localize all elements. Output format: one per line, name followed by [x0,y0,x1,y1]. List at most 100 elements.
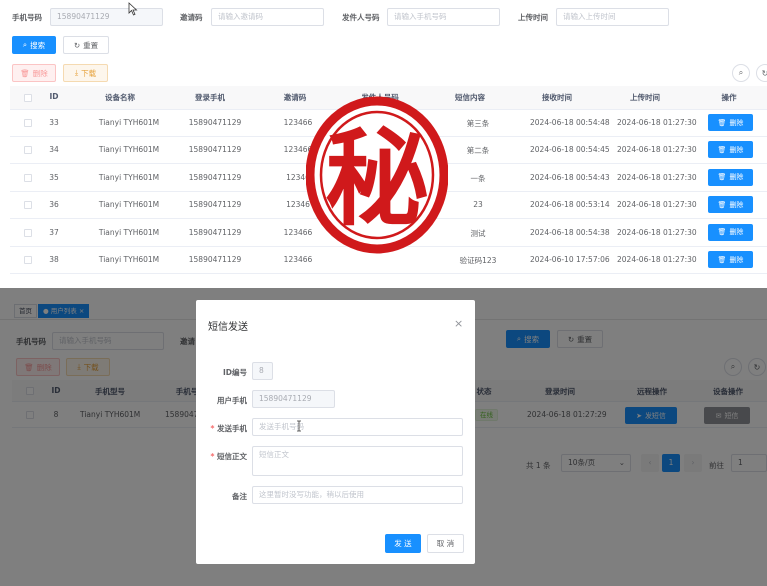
row-id: 36 [49,200,59,210]
row-content: 一条 [470,173,486,183]
row-phone: 15890471129 [188,227,242,237]
upload-time-label: 上传时间 [518,13,548,22]
row-delete-button[interactable]: 🗑 删除 [708,196,753,214]
search-button[interactable]: ⌕ 搜索 [12,36,56,54]
col-receive-time: 接收时间 [542,93,572,102]
cancel-button[interactable]: 取 消 [427,534,464,553]
trash-icon: 🗑 [20,68,30,78]
row-upload-time: 2024-06-18 01:27:30 [617,118,697,127]
refresh-table-button[interactable]: ↻ [756,64,767,82]
sms-send-screen: 首页 ● 用户列表 × 手机号码 请输入手机号码 邀请 ⌕搜索 ↻重置 🗑删除 … [0,288,767,586]
row-phone: 15890471129 [188,118,242,127]
row-upload-time: 2024-06-18 01:27:30 [617,200,697,210]
trash-icon: 🗑 [717,173,727,182]
body-label: * 短信正文 [210,452,247,461]
row-phone: 15890471129 [188,145,242,155]
row-phone: 15890471129 [188,255,242,264]
svg-text:秘: 秘 [325,118,429,240]
row-content: 23 [473,200,483,210]
col-upload-time: 上传时间 [630,93,660,102]
row-device: Tianyi TYH601M [98,172,160,182]
row-content: 测试 [470,228,486,238]
trash-icon: 🗑 [717,118,727,127]
row-content: 第二条 [466,146,490,156]
body-textarea[interactable]: 短信正文 [252,446,463,476]
send-phone-input[interactable]: 发送手机号码 [252,418,463,436]
col-operation: 操作 [721,93,737,102]
download-icon: ⤓ [74,68,79,77]
row-checkbox[interactable] [24,201,32,210]
col-content: 短信内容 [455,93,485,102]
note-input[interactable]: 这里暂时没写功能，稍以后使用 [252,486,463,504]
send-phone-label: * 发送手机 [210,424,247,433]
trash-icon: 🗑 [717,200,727,209]
row-checkbox[interactable] [24,146,32,155]
id-input[interactable]: 8 [252,362,273,380]
close-icon[interactable]: × [454,317,463,330]
dialog-title: 短信发送 [208,322,248,333]
refresh-icon: ↻ [761,68,767,78]
sender-input[interactable]: 请输入手机号码 [387,8,500,26]
row-checkbox[interactable] [24,228,32,237]
trash-icon: 🗑 [717,228,727,237]
user-phone-label: 用户手机 [217,396,247,405]
row-receive-time: 2024-06-18 00:54:48 [530,118,610,127]
row-phone: 15890471129 [188,200,242,210]
row-checkbox[interactable] [24,173,32,182]
row-phone: 15890471129 [188,172,242,182]
select-all-checkbox[interactable] [24,94,32,102]
upload-time-input[interactable]: 请输入上传时间 [556,8,669,26]
row-upload-time: 2024-06-18 01:27:30 [617,227,697,237]
row-upload-time: 2024-06-18 01:27:30 [617,255,697,264]
row-receive-time: 2024-06-10 17:57:06 [530,255,610,264]
row-receive-time: 2024-06-18 00:54:38 [530,227,610,237]
row-delete-button[interactable]: 🗑 删除 [708,251,753,268]
sender-label: 发件人号码 [342,13,380,22]
row-delete-button[interactable]: 🗑 删除 [708,114,753,131]
search-toggle-button[interactable]: ⌕ [732,64,750,82]
invite-input[interactable]: 请输入邀请码 [211,8,324,26]
row-receive-time: 2024-06-18 00:54:43 [530,172,610,182]
trash-icon: 🗑 [717,255,727,264]
row-invite: 123466 [283,255,313,264]
row-device: Tianyi TYH601M [98,200,160,210]
row-device: Tianyi TYH601M [98,227,160,237]
row-id: 33 [49,118,59,127]
row-upload-time: 2024-06-18 01:27:30 [617,145,697,155]
row-id: 37 [49,227,59,237]
secret-stamp-image: 秘 [306,96,448,254]
row-delete-button[interactable]: 🗑 删除 [708,223,753,241]
row-device: Tianyi TYH601M [98,255,160,264]
row-device: Tianyi TYH601M [98,145,160,155]
row-id: 34 [49,145,59,155]
row-delete-button[interactable]: 🗑 删除 [708,168,753,186]
download-button[interactable]: ⤓ 下载 [63,64,108,82]
search-icon: ⌕ [738,68,744,77]
row-receive-time: 2024-06-18 00:54:45 [530,145,610,155]
refresh-icon: ↻ [73,40,81,50]
phone-input[interactable]: 15890471129 [50,8,163,26]
trash-icon: 🗑 [717,145,727,154]
phone-label: 手机号码 [12,13,42,22]
row-id: 35 [49,172,59,182]
row-content: 第三条 [466,119,490,128]
row-checkbox[interactable] [24,256,32,264]
row-content: 验证码123 [459,256,497,265]
mouse-cursor-icon [128,2,138,16]
row-receive-time: 2024-06-18 00:53:14 [530,200,610,210]
sms-send-dialog: 短信发送 × ID编号 8 用户手机 15890471129 * 发送手机 发送… [196,300,475,564]
user-phone-input[interactable]: 15890471129 [252,390,335,408]
row-upload-time: 2024-06-18 01:27:30 [617,172,697,182]
invite-label: 邀请码 [180,13,203,22]
send-button[interactable]: 发 送 [385,534,421,553]
col-login-phone: 登录手机 [195,93,225,102]
reset-button[interactable]: ↻ 重置 [63,36,109,54]
row-device: Tianyi TYH601M [98,118,160,127]
row-id: 38 [49,255,59,264]
text-cursor-icon [297,420,301,432]
id-label: ID编号 [222,368,247,377]
row-checkbox[interactable] [24,119,32,127]
delete-button[interactable]: 🗑 删除 [12,64,56,82]
note-label: 备注 [232,492,247,501]
row-delete-button[interactable]: 🗑 删除 [708,141,753,159]
